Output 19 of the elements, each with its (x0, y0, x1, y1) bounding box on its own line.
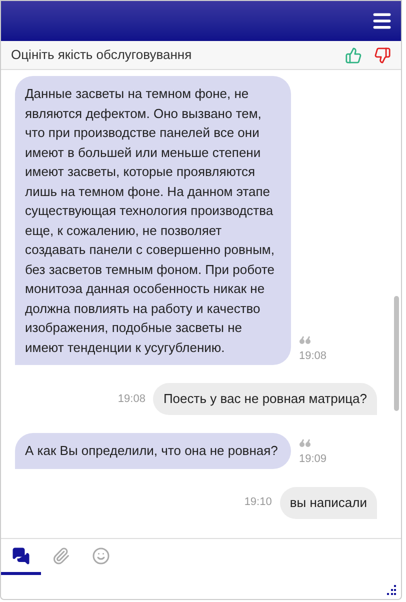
message-time: 19:10 (244, 495, 272, 510)
paperclip-icon (52, 546, 70, 564)
thumbs-up-icon[interactable] (345, 46, 362, 64)
rating-prompt: Оцініть якість обслуговування (11, 46, 192, 64)
message-bubble: Данные засветы на темном фоне, не являются дефектом. Оно вызвано тем, что при производстве панелей все они имеют в большей или меньше степени имеют засветы, которые проявляются лишь на темном фоне. На данном этапе существующая технология производства еще, к сожалению, не позволяет создавать панели с совершенно ровным, без засветов темным фоном. При роботе монитоэа данная особенность никак не должна повлиять на работу и качество изображения, подобные засветы не имеют тенденции к усугублению. (15, 76, 291, 365)
scrollbar-thumb[interactable] (394, 296, 399, 411)
message-time: 19:09 (299, 452, 327, 467)
message-time: 19:08 (299, 348, 327, 364)
menu-icon[interactable] (371, 10, 393, 32)
smiley-icon (92, 546, 110, 564)
quote-icon (299, 336, 311, 344)
thumbs-down-icon[interactable] (374, 46, 391, 64)
message-time: 19:08 (118, 392, 146, 407)
resize-grip-icon[interactable] (387, 585, 397, 595)
chat-icon (12, 546, 30, 564)
message-bubble: вы написали (280, 486, 377, 518)
quote-icon (299, 439, 311, 447)
message-bubble: А как Вы определили, что она не ровная? (15, 433, 291, 468)
message-bubble: Поесть у вас не ровная матрица? (153, 383, 377, 415)
